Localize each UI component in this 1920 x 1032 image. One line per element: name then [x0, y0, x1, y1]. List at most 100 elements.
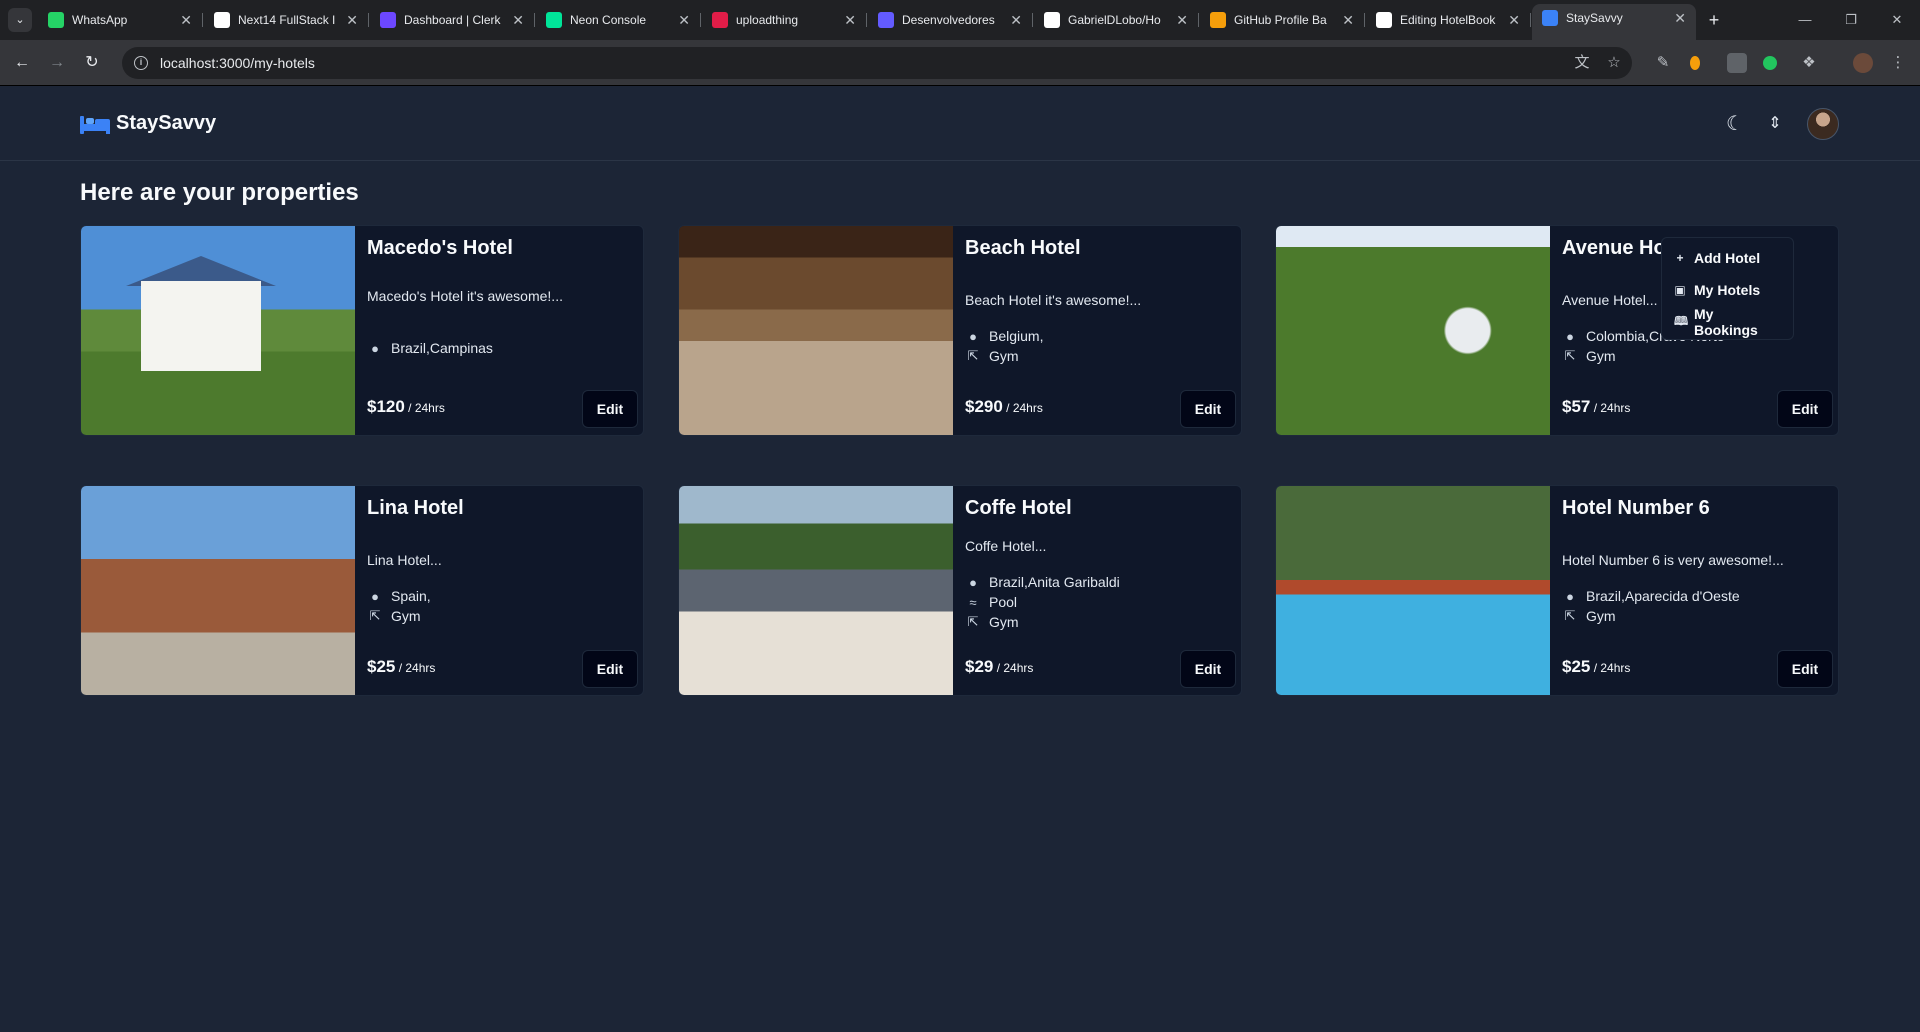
close-tab-icon[interactable]: ✕ [1508, 12, 1520, 29]
close-tab-icon[interactable]: ✕ [1010, 12, 1022, 29]
close-tab-icon[interactable]: ✕ [346, 12, 358, 29]
hotel-title: Coffe Hotel [965, 497, 1072, 519]
minimize-button[interactable]: — [1782, 0, 1828, 40]
close-tab-icon[interactable]: ✕ [512, 12, 524, 29]
browser-tab[interactable]: Neon Console ✕ [536, 6, 701, 34]
map-pin-icon: ● [371, 340, 379, 356]
browser-tab[interactable]: uploadthing ✕ [702, 6, 867, 34]
map-pin-icon: ● [1566, 588, 1574, 604]
hotel-feature-text: Gym [391, 608, 421, 624]
browser-tab[interactable]: WhatsApp ✕ [38, 6, 203, 34]
hotel-feature-text: Gym [989, 614, 1019, 630]
hotel-feature-text: Pool [989, 594, 1018, 610]
bookmark-star-icon[interactable]: ☆ [1598, 47, 1630, 79]
plus-icon: + [1676, 251, 1684, 265]
profile-avatar[interactable] [1853, 53, 1873, 73]
hotel-card[interactable]: Coffe Hotel Coffe Hotel... ● Brazil,Anita G… [678, 485, 1242, 696]
app-header: StaySavvy ☾ ⇕ [0, 87, 1920, 161]
theme-moon-icon[interactable]: ☾ [1720, 109, 1750, 139]
translate-icon[interactable]: 文 [1566, 47, 1598, 79]
brand-logo[interactable]: StaySavvy [80, 112, 216, 135]
browser-tab[interactable]: Next14 FullStack I ✕ [204, 6, 369, 34]
hotel-card[interactable]: Macedo's Hotel Macedo's Hotel it's awesom… [80, 225, 644, 436]
reload-button[interactable]: ↻ [78, 49, 106, 77]
brand-name: StaySavvy [116, 112, 217, 134]
close-tab-icon[interactable]: ✕ [844, 12, 856, 29]
tab-title: Neon Console [570, 13, 647, 27]
hotel-description: Avenue Hotel... [1562, 292, 1658, 308]
tab-search-chevron-icon[interactable]: ⌄ [8, 8, 32, 32]
hotel-description: Lina Hotel... [367, 552, 442, 568]
edit-hotel-button[interactable]: Edit [1180, 650, 1236, 688]
map-pin-icon: ● [969, 328, 977, 344]
edit-hotel-button[interactable]: Edit [582, 650, 638, 688]
octocat-icon [1210, 12, 1226, 28]
hotel-title: Lina Hotel [367, 497, 464, 519]
close-tab-icon[interactable]: ✕ [1674, 10, 1686, 27]
close-tab-icon[interactable]: ✕ [1342, 12, 1354, 29]
hotel-card[interactable]: Lina Hotel Lina Hotel... ● Spain, ⇱ Gym $25 / … [80, 485, 644, 696]
menu-item-my-hotels[interactable]: ▣ My Hotels [1666, 274, 1789, 306]
price-amount: $57 [1562, 397, 1591, 416]
new-tab-button[interactable]: + [1702, 8, 1726, 32]
hotel-feature: ● Brazil,Anita Garibaldi [965, 572, 1120, 592]
price-amount: $29 [965, 657, 994, 676]
hotel-feature: ⇱ Gym [367, 606, 431, 626]
app-root: StaySavvy ☾ ⇕ Here are your properties M… [0, 87, 1920, 1032]
price-amount: $290 [965, 397, 1003, 416]
hotel-price: $25 / 24hrs [367, 657, 435, 677]
address-bar[interactable]: i localhost:3000/my-hotels [122, 47, 1632, 79]
browser-tab[interactable]: Dashboard | Clerk ✕ [370, 6, 535, 34]
edit-hotel-button[interactable]: Edit [582, 390, 638, 428]
close-tab-icon[interactable]: ✕ [678, 12, 690, 29]
edit-hotel-button[interactable]: Edit [1180, 390, 1236, 428]
browser-tab[interactable]: StaySavvy ✕ [1532, 4, 1696, 40]
hotel-feature-text: Spain, [391, 588, 431, 604]
waves-icon: ≈ [969, 594, 977, 610]
neon-icon [546, 12, 562, 28]
site-info-icon[interactable]: i [134, 56, 148, 70]
forward-button[interactable]: → [43, 49, 71, 77]
price-period: / 24hrs [404, 401, 445, 415]
tab-title: Next14 FullStack I [238, 13, 336, 27]
browser-tab[interactable]: GabrielDLobo/Ho ✕ [1034, 6, 1199, 34]
hotel-feature: ≈ Pool [965, 592, 1120, 612]
close-tab-icon[interactable]: ✕ [180, 12, 192, 29]
chevrons-up-down-icon[interactable]: ⇕ [1760, 109, 1790, 139]
hotel-feature: ● Belgium, [965, 326, 1043, 346]
hotel-feature-text: Brazil,Anita Garibaldi [989, 574, 1120, 590]
hotel-price: $290 / 24hrs [965, 397, 1043, 417]
extension-icon[interactable] [1690, 56, 1700, 70]
restore-button[interactable]: ❐ [1828, 0, 1874, 40]
hotel-title: Beach Hotel [965, 237, 1081, 259]
hotel-title: Hotel Number 6 [1562, 497, 1710, 519]
tab-title: StaySavvy [1566, 11, 1623, 25]
page-title: Here are your properties [80, 179, 359, 206]
dumbbell-icon: ⇱ [1564, 348, 1576, 363]
menu-item-my-bookings[interactable]: 🕮 My Bookings [1666, 306, 1789, 338]
browser-tab[interactable]: Desenvolvedores ✕ [868, 6, 1033, 34]
hotel-feature: ● Brazil,Aparecida d'Oeste [1562, 586, 1740, 606]
browser-tab[interactable]: Editing HotelBook ✕ [1366, 6, 1531, 34]
building-icon: ▣ [1674, 283, 1686, 297]
edit-hotel-button[interactable]: Edit [1777, 650, 1833, 688]
hotel-photo [81, 486, 355, 695]
more-menu-icon[interactable]: ⋮ [1882, 47, 1914, 79]
close-window-button[interactable]: ✕ [1874, 0, 1920, 40]
menu-item-add-hotel[interactable]: + Add Hotel [1666, 242, 1789, 274]
back-button[interactable]: ← [8, 49, 36, 77]
hotel-photo [679, 226, 953, 435]
close-tab-icon[interactable]: ✕ [1176, 12, 1188, 29]
extension-icon[interactable] [1763, 56, 1777, 70]
extension-icon[interactable] [1727, 53, 1747, 73]
bed-icon [1542, 10, 1558, 26]
hotel-card[interactable]: Beach Hotel Beach Hotel it's awesome!... ●… [678, 225, 1242, 436]
browser-toolbar: ← → ↻ i localhost:3000/my-hotels 文 ☆ ✎ ❖… [0, 40, 1920, 86]
eyedropper-extension-icon[interactable]: ✎ [1647, 47, 1679, 79]
user-avatar[interactable] [1807, 108, 1839, 140]
edit-hotel-button[interactable]: Edit [1777, 390, 1833, 428]
browser-tab[interactable]: GitHub Profile Ba ✕ [1200, 6, 1365, 34]
extensions-puzzle-icon[interactable]: ❖ [1793, 47, 1825, 79]
hotel-description: Hotel Number 6 is very awesome!... [1562, 552, 1784, 568]
hotel-card[interactable]: Hotel Number 6 Hotel Number 6 is very awe… [1275, 485, 1839, 696]
